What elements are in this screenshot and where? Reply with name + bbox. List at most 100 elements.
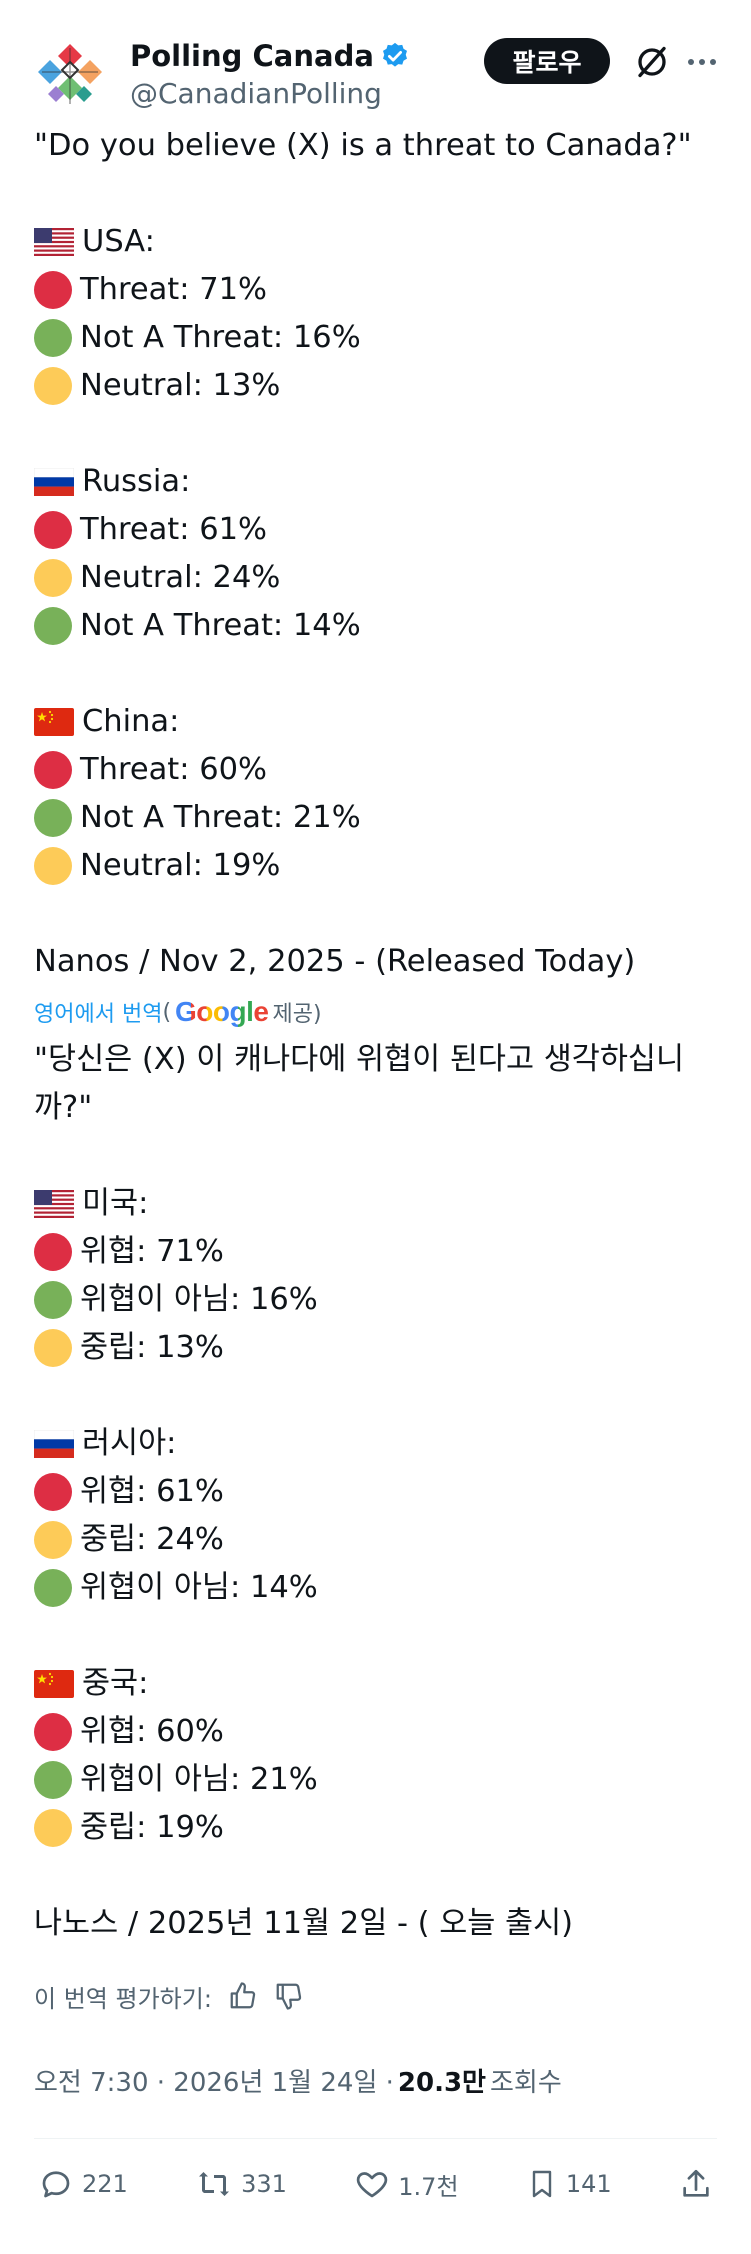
result-row: 위협: 71% — [34, 1228, 717, 1276]
display-name[interactable]: Polling Canada — [130, 38, 374, 74]
country-heading: 중국: — [34, 1660, 717, 1708]
red-circle-icon — [34, 1233, 72, 1271]
red-circle-icon — [34, 511, 72, 549]
more-options-icon[interactable] — [682, 44, 722, 80]
yellow-circle-icon — [34, 1809, 72, 1847]
translated-question: "당신은 (X) 이 캐나다에 위협이 된다고 생각하십니 — [34, 1042, 685, 1077]
translated-source: 나노스 / 2025년 11월 2일 - ( 오늘 출시) — [34, 1906, 574, 1941]
yellow-circle-icon — [34, 847, 72, 885]
us-flag-icon — [34, 1190, 74, 1218]
like-button[interactable]: 1.7천 — [354, 2166, 459, 2202]
result-row: Not A Threat: 14% — [34, 602, 717, 650]
repost-button[interactable]: 331 — [195, 2166, 287, 2202]
china-flag-icon — [34, 708, 74, 736]
view-count-label: 조회수 — [489, 2067, 562, 2098]
poll-question: "Do you believe (X) is a threat to Canad… — [34, 128, 692, 163]
bookmark-button[interactable]: 141 — [526, 2166, 612, 2202]
bookmark-count: 141 — [565, 2170, 612, 2198]
thumbs-up-icon[interactable] — [228, 1981, 258, 2011]
like-count: 1.7천 — [398, 2172, 459, 2201]
green-circle-icon — [34, 607, 72, 645]
result-text: 위협이 아님: 14% — [80, 1570, 318, 1605]
translation-provider: ( Google 제공) — [162, 996, 322, 1027]
russia-flag-icon — [34, 468, 74, 496]
result-text: Not A Threat: 14% — [80, 608, 361, 643]
translated-question-cont: 까?" — [34, 1090, 93, 1125]
result-text: Neutral: 13% — [80, 368, 281, 403]
country-label: Russia: — [82, 464, 191, 499]
result-text: Not A Threat: 16% — [80, 320, 361, 355]
result-text: 중립: 13% — [80, 1330, 224, 1365]
russia-flag-icon — [34, 1430, 74, 1458]
result-row: Neutral: 19% — [34, 842, 717, 890]
repost-count: 331 — [241, 2170, 287, 2198]
share-icon — [683, 2169, 709, 2197]
result-row: 중립: 19% — [34, 1804, 717, 1852]
verified-badge-icon — [382, 42, 407, 67]
result-text: Threat: 61% — [80, 512, 268, 547]
result-row: Neutral: 13% — [34, 362, 717, 410]
country-heading: USA: — [34, 218, 717, 266]
yellow-circle-icon — [34, 1329, 72, 1367]
reply-button[interactable]: 221 — [38, 2166, 128, 2202]
result-text: 중립: 19% — [80, 1810, 224, 1845]
country-label: USA: — [82, 224, 155, 259]
translated-text: "당신은 (X) 이 캐나다에 위협이 된다고 생각하십니 까?" 미국: 위협… — [34, 1036, 717, 1948]
green-circle-icon — [34, 1569, 72, 1607]
country-heading: 미국: — [34, 1180, 717, 1228]
result-text: 중립: 24% — [80, 1522, 224, 1557]
result-row: Not A Threat: 21% — [34, 794, 717, 842]
bookmark-icon — [532, 2170, 552, 2198]
country-label: 중국: — [82, 1666, 149, 1701]
country-label: 미국: — [82, 1186, 149, 1221]
result-text: 위협이 아님: 16% — [80, 1282, 318, 1317]
account-handle[interactable]: @CanadianPolling — [130, 76, 410, 112]
translation-notice: 영어에서 번역 ( Google 제공) — [34, 992, 717, 1032]
avatar[interactable] — [34, 40, 106, 112]
follow-button[interactable]: 팔로우 — [484, 38, 610, 84]
result-text: 위협: 61% — [80, 1474, 224, 1509]
result-row: Threat: 61% — [34, 506, 717, 554]
us-flag-icon — [34, 228, 74, 256]
country-label: China: — [82, 704, 180, 739]
result-text: 위협: 60% — [80, 1714, 224, 1749]
result-text: Neutral: 19% — [80, 848, 281, 883]
rate-translation-label: 이 번역 평가하기: — [34, 1984, 212, 2013]
action-bar: 221 331 1.7천 141 — [34, 2139, 717, 2229]
result-row: 위협이 아님: 21% — [34, 1756, 717, 1804]
result-text: 위협이 아님: 21% — [80, 1762, 318, 1797]
result-text: Not A Threat: 21% — [80, 800, 361, 835]
green-circle-icon — [34, 319, 72, 357]
result-row: Threat: 71% — [34, 266, 717, 314]
grok-icon[interactable] — [634, 44, 670, 80]
yellow-circle-icon — [34, 367, 72, 405]
red-circle-icon — [34, 271, 72, 309]
result-row: Not A Threat: 16% — [34, 314, 717, 362]
china-flag-icon — [34, 1670, 74, 1698]
poll-source: Nanos / Nov 2, 2025 - (Released Today) — [34, 944, 636, 979]
thumbs-down-icon[interactable] — [274, 1981, 304, 2011]
red-circle-icon — [34, 751, 72, 789]
result-row: Neutral: 24% — [34, 554, 717, 602]
repost-icon — [199, 2172, 230, 2196]
translated-from-link[interactable]: 영어에서 번역 — [34, 996, 162, 1028]
result-row: 위협이 아님: 14% — [34, 1564, 717, 1612]
result-row: 위협: 60% — [34, 1708, 717, 1756]
rate-translation: 이 번역 평가하기: — [34, 1966, 717, 2026]
tweet-page: Polling Canada @CanadianPolling 팔로우 "Do … — [0, 0, 751, 2254]
post-meta: 오전 7:30 · 2026년 1월 24일 · 20.3만 조회수 — [34, 2048, 717, 2112]
green-circle-icon — [34, 1281, 72, 1319]
result-row: 위협: 61% — [34, 1468, 717, 1516]
tweet-text: "Do you believe (X) is a threat to Canad… — [34, 122, 717, 986]
post-timestamp[interactable]: 오전 7:30 · 2026년 1월 24일 · — [34, 2062, 394, 2099]
result-row: 위협이 아님: 16% — [34, 1276, 717, 1324]
result-row: 중립: 13% — [34, 1324, 717, 1372]
result-text: Threat: 60% — [80, 752, 268, 787]
google-logo: Google — [175, 996, 269, 1027]
green-circle-icon — [34, 1761, 72, 1799]
heart-icon — [357, 2172, 388, 2198]
share-button[interactable] — [679, 2166, 713, 2202]
reply-icon — [42, 2171, 70, 2198]
result-row: 중립: 24% — [34, 1516, 717, 1564]
view-count: 20.3만 — [397, 2067, 486, 2098]
